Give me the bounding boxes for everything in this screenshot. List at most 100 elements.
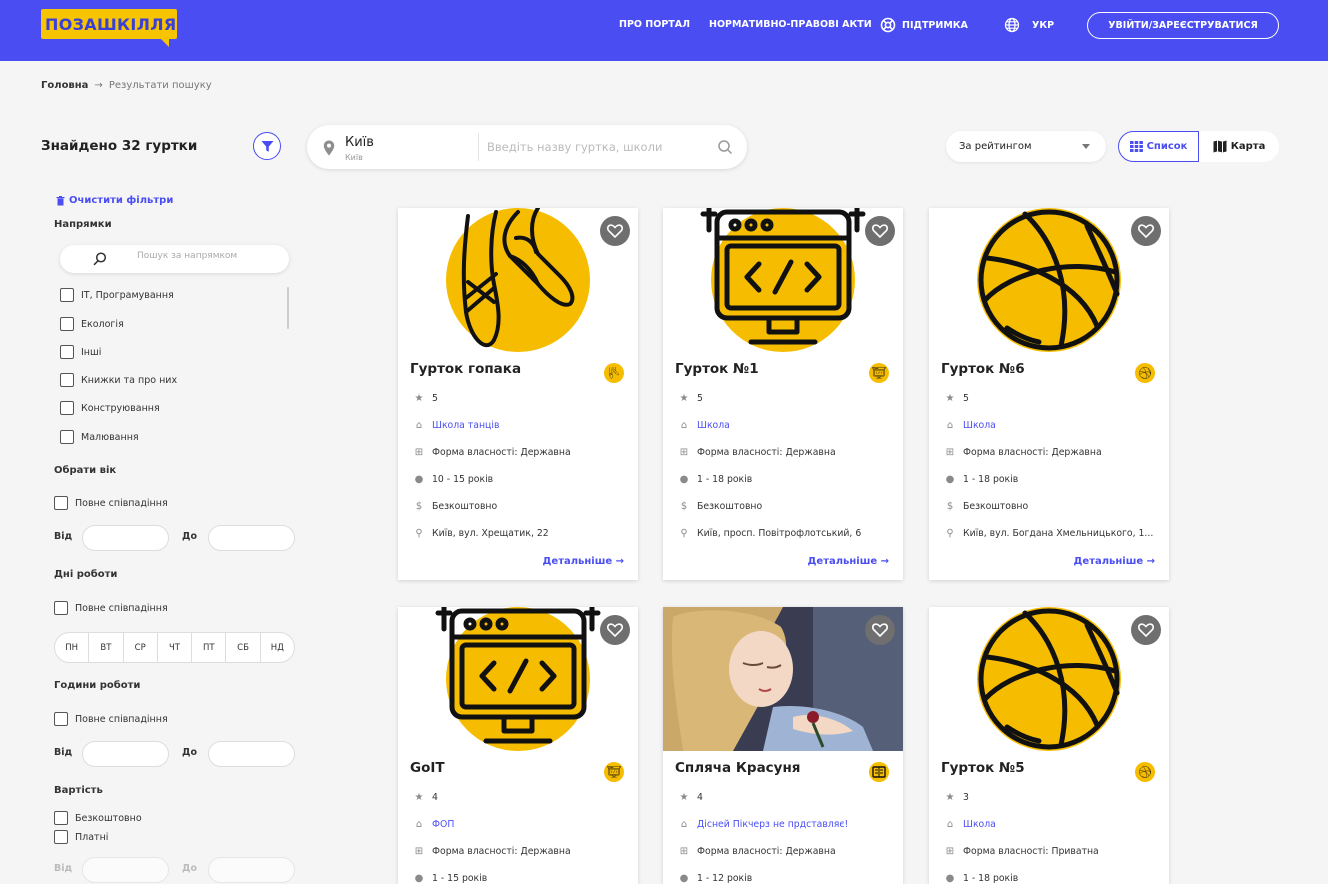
direction-checkbox[interactable]: Інші — [60, 345, 101, 359]
price-title: Вартість — [54, 785, 103, 796]
heart-icon — [607, 224, 623, 238]
club-school-link[interactable]: ⌂ Школа танців — [414, 420, 500, 431]
price-to-input[interactable] — [208, 857, 295, 883]
age-to-input[interactable] — [208, 525, 295, 551]
direction-checkbox[interactable]: Малювання — [60, 430, 139, 444]
favorite-heart-button[interactable] — [865, 615, 895, 645]
checkbox[interactable] — [54, 601, 68, 615]
checkbox[interactable] — [60, 317, 74, 331]
favorite-heart-button[interactable] — [1131, 216, 1161, 246]
details-link[interactable]: Детальніше → — [543, 556, 625, 567]
checkbox[interactable] — [54, 496, 68, 510]
club-age: ● 10 - 15 років — [414, 474, 494, 485]
days-full-match-checkbox[interactable]: Повне співпадіння — [54, 601, 168, 615]
day-wed[interactable]: СР — [124, 633, 158, 662]
star-icon: ★ — [414, 792, 424, 803]
site-logo[interactable]: ПОЗАШКІЛЛЯ — [41, 9, 177, 47]
club-school-link[interactable]: ⌂ ФОП — [414, 819, 455, 830]
club-school-link[interactable]: ⌂ Школа — [679, 420, 730, 431]
star-icon: ★ — [679, 792, 689, 803]
club-age: ● 1 - 18 років — [945, 873, 1019, 884]
direction-checkbox[interactable]: Книжки та про них — [60, 373, 177, 387]
arrow-right-icon: → — [877, 556, 889, 567]
club-price: $ Безкоштовно — [680, 501, 763, 512]
club-rating: ★ 5 — [414, 393, 438, 404]
club-card[interactable]: Гурток №5 ★ 3 ⌂ Школа ⊞ Форма власності: Пр… — [929, 607, 1169, 884]
person-icon: ● — [945, 873, 955, 884]
checkbox[interactable] — [60, 401, 74, 415]
breadcrumb-home[interactable]: Головна — [41, 80, 88, 91]
home-icon: ⌂ — [946, 420, 954, 431]
club-search-input[interactable] — [487, 137, 707, 157]
price-free-checkbox[interactable]: Безкоштовно — [54, 811, 142, 825]
club-card[interactable]: Спляча Красуня ★ 4 ⌂ Дісней Пікчерз не прд… — [663, 607, 903, 884]
direction-checkbox[interactable]: Конструювання — [60, 401, 160, 415]
day-sun[interactable]: НД — [261, 633, 294, 662]
list-view-button[interactable]: Список — [1118, 131, 1199, 162]
bank-icon: ⊞ — [679, 846, 689, 857]
hours-from-input[interactable] — [82, 741, 169, 767]
details-link[interactable]: Детальніше → — [808, 556, 890, 567]
checkbox[interactable] — [60, 288, 74, 302]
club-card[interactable]: GoIT ★ 4 ⌂ ФОП ⊞ Форма власності: Державна … — [398, 607, 638, 884]
club-card[interactable]: Гурток №6 ★ 5 ⌂ Школа ⊞ Форма власності: Де… — [929, 208, 1169, 580]
club-card[interactable]: Гурток гопака ★ 5 ⌂ Школа танців ⊞ Форма вл… — [398, 208, 638, 580]
filter-toggle-button[interactable] — [253, 132, 281, 160]
direction-checkbox[interactable]: Екологія — [60, 317, 124, 331]
club-rating: ★ 4 — [679, 792, 703, 803]
age-full-match-checkbox[interactable]: Повне співпадіння — [54, 496, 168, 510]
map-icon — [1213, 140, 1227, 153]
hours-full-match-checkbox[interactable]: Повне співпадіння — [54, 712, 168, 726]
search-icon[interactable] — [717, 139, 733, 155]
language-switcher[interactable]: УКР — [1004, 17, 1054, 33]
checkbox[interactable] — [60, 345, 74, 359]
price-paid-checkbox[interactable]: Платні — [54, 830, 108, 844]
club-school-link[interactable]: ⌂ Школа — [945, 420, 996, 431]
direction-checkbox[interactable]: IT, Програмування — [60, 288, 174, 302]
day-sat[interactable]: СБ — [226, 633, 261, 662]
clear-filters-button[interactable]: Очистити фільтри — [56, 195, 173, 206]
checkbox[interactable] — [60, 373, 74, 387]
favorite-heart-button[interactable] — [600, 216, 630, 246]
age-to-label: До — [182, 531, 197, 542]
arrow-right-icon: → — [94, 80, 103, 91]
club-card[interactable]: Гурток №1 ★ 5 ⌂ Школа ⊞ Форма власності: Де… — [663, 208, 903, 580]
favorite-heart-button[interactable] — [600, 615, 630, 645]
category-programming-icon — [604, 762, 624, 782]
favorite-heart-button[interactable] — [865, 216, 895, 246]
heart-icon — [607, 623, 623, 637]
club-title: Спляча Красуня — [675, 760, 801, 776]
checkbox[interactable] — [54, 712, 68, 726]
person-icon: ● — [679, 873, 689, 884]
sort-select[interactable]: За рейтингом — [946, 131, 1106, 162]
bank-icon: ⊞ — [679, 447, 689, 458]
map-view-button[interactable]: Карта — [1199, 131, 1279, 162]
day-thu[interactable]: ЧТ — [158, 633, 193, 662]
price-from-input[interactable] — [82, 857, 169, 883]
logo-text: ПОЗАШКІЛЛЯ — [45, 15, 177, 34]
checkbox[interactable] — [60, 430, 74, 444]
checkbox[interactable] — [54, 830, 68, 844]
nav-legal-acts[interactable]: НОРМАТИВНО-ПРАВОВІ АКТИ — [709, 19, 872, 30]
day-tue[interactable]: ВТ — [89, 633, 124, 662]
day-fri[interactable]: ПТ — [192, 633, 227, 662]
age-from-input[interactable] — [82, 525, 169, 551]
checkbox[interactable] — [54, 811, 68, 825]
nav-support[interactable]: ПІДТРИМКА — [880, 17, 968, 33]
details-link[interactable]: Детальніше → — [1074, 556, 1156, 567]
price-from-label: Від — [54, 863, 73, 874]
club-school-link[interactable]: ⌂ Школа — [945, 819, 996, 830]
city-select[interactable]: Київ — [345, 135, 374, 150]
search-icon — [93, 252, 107, 266]
nav-about[interactable]: ПРО ПОРТАЛ — [619, 19, 690, 30]
hours-to-input[interactable] — [208, 741, 295, 767]
club-title: Гурток №6 — [941, 361, 1025, 377]
person-icon: ● — [414, 873, 424, 884]
star-icon: ★ — [945, 792, 955, 803]
club-school-link[interactable]: ⌂ Дісней Пікчерз не прдставляє! — [679, 819, 848, 830]
favorite-heart-button[interactable] — [1131, 615, 1161, 645]
login-register-button[interactable]: УВІЙТИ/ЗАРЕЄСТРУВАТИСЯ — [1087, 12, 1279, 39]
directions-scrollbar[interactable] — [287, 287, 289, 329]
day-mon[interactable]: ПН — [55, 633, 90, 662]
direction-search-input[interactable] — [137, 251, 277, 261]
